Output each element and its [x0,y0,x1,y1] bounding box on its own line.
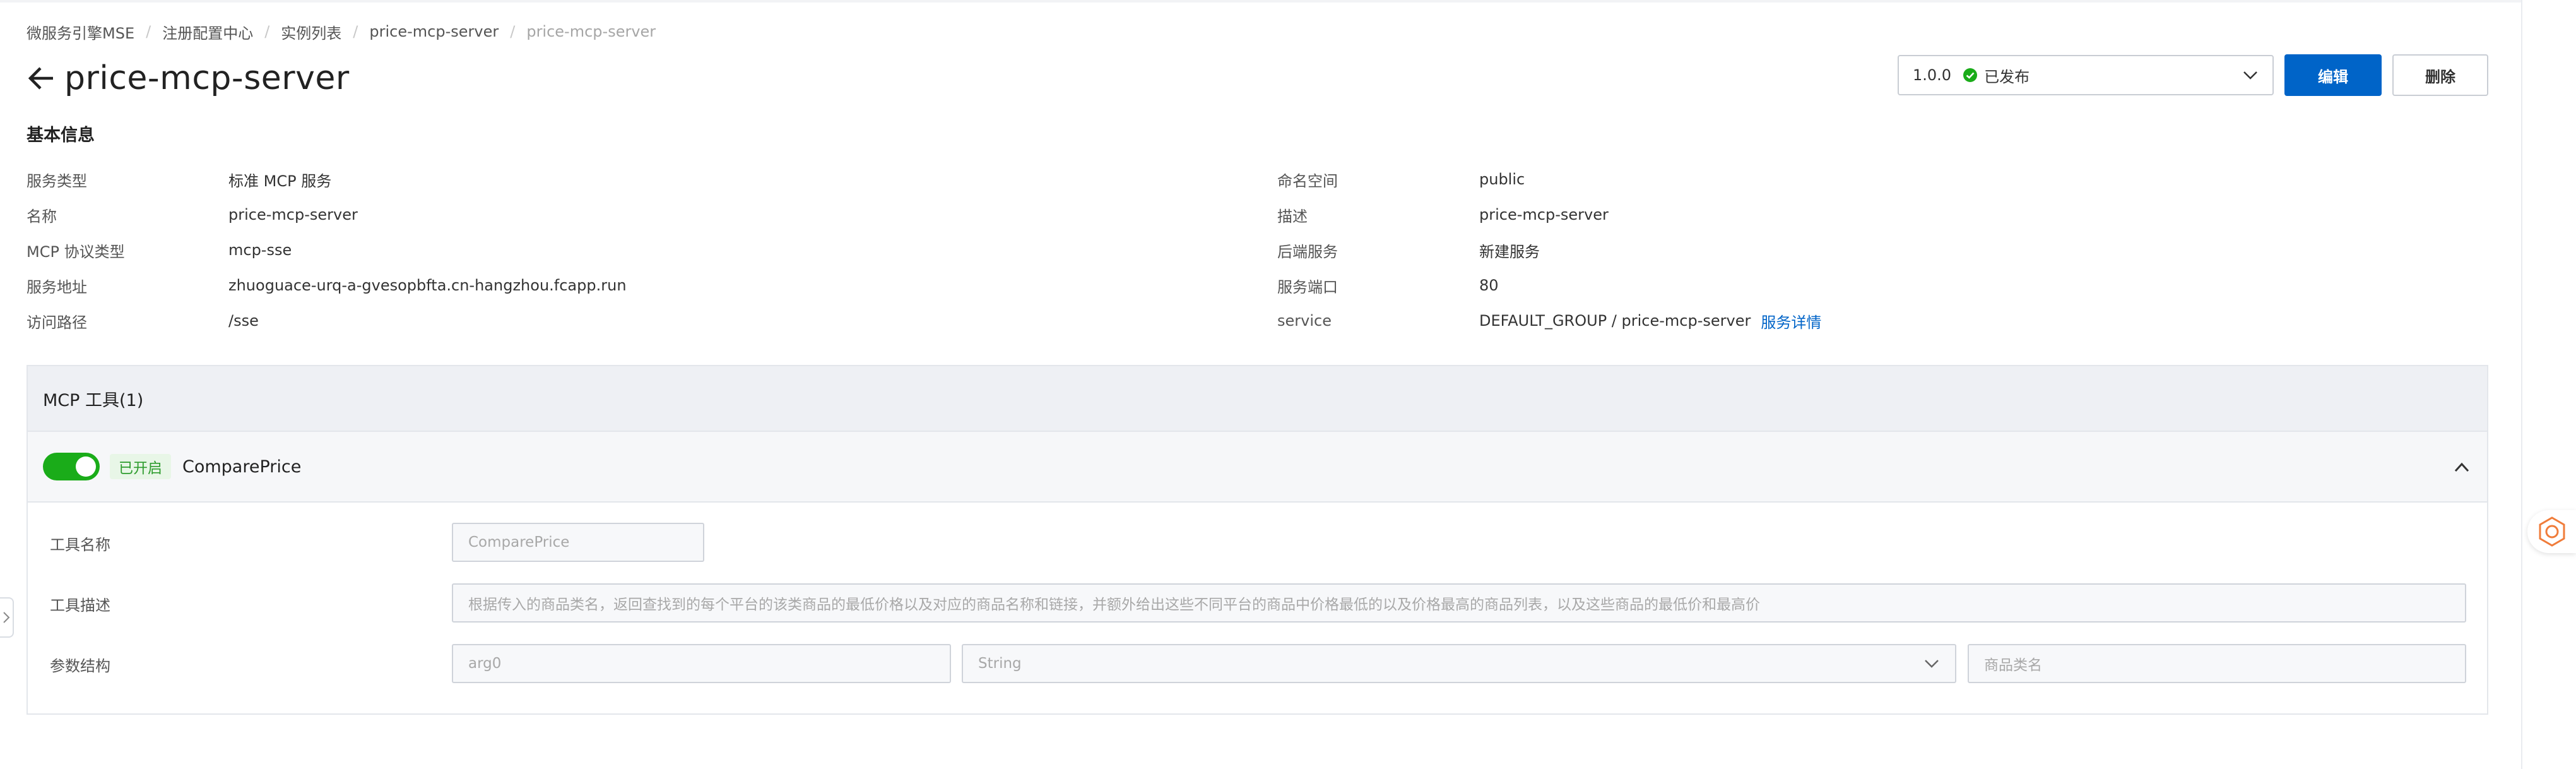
info-address: 服务地址 zhuoguace-urq-a-gvesopbfta.cn-hangz… [27,274,627,297]
tool-row[interactable]: 已开启 ComparePrice [28,431,2487,503]
param-desc-field[interactable]: 商品类名 [1968,644,2466,683]
param-type-select[interactable]: String [962,644,1956,683]
tool-name-field[interactable]: ComparePrice [452,523,704,562]
edit-button[interactable]: 编辑 [2284,54,2382,96]
info-value: price-mcp-server [228,206,358,224]
info-label: 名称 [27,207,57,225]
info-label: 描述 [1277,207,1308,225]
info-label: 命名空间 [1277,172,1338,190]
version-status: 已发布 [1984,68,2030,86]
breadcrumb-item-server[interactable]: price-mcp-server [369,23,499,40]
chevron-down-icon [2243,71,2257,80]
info-value: public [1479,170,1525,188]
tool-name-label: 工具名称 [50,535,110,554]
info-value: mcp-sse [228,241,292,259]
params-label: 参数结构 [50,657,110,675]
info-value: zhuoguace-urq-a-gvesopbfta.cn-hangzhou.f… [228,277,627,294]
basic-info-title: 基本信息 [27,126,95,145]
info-value: /sse [228,312,259,330]
info-value: 80 [1479,277,1499,294]
check-circle-icon [1963,68,1978,82]
breadcrumb-separator: / [146,23,151,40]
tool-name: ComparePrice [182,456,302,477]
toggle-knob [76,456,96,477]
service-detail-link[interactable]: 服务详情 [1761,310,1821,332]
page-header: price-mcp-server [27,56,350,101]
chevron-down-icon [1925,660,1939,668]
info-namespace: 命名空间 public [1277,168,1525,191]
info-service: service DEFAULT_GROUP / price-mcp-server… [1277,309,1821,332]
version-select[interactable]: 1.0.0 已发布 [1898,55,2274,95]
chevron-right-icon [3,612,10,623]
info-value: 标准 MCP 服务 [228,172,332,190]
breadcrumb-separator: / [353,23,358,40]
assistant-float-button[interactable] [2527,510,2576,553]
info-value: price-mcp-server [1479,206,1609,224]
tool-desc-field[interactable]: 根据传入的商品类名，返回查找到的每个平台的该类商品的最低价格以及对应的商品名称和… [452,583,2466,623]
param-type-value: String [978,655,1022,672]
info-name: 名称 price-mcp-server [27,203,358,226]
info-label: 后端服务 [1277,242,1338,261]
sidebar-expand-tab[interactable] [0,597,14,638]
tool-enable-toggle[interactable] [43,453,100,480]
delete-button[interactable]: 删除 [2392,54,2488,96]
chevron-up-icon[interactable] [2449,455,2474,480]
info-protocol: MCP 协议类型 mcp-sse [27,239,292,261]
info-label: 访问路径 [27,313,87,331]
tool-status-badge: 已开启 [110,454,171,479]
breadcrumb-item-registry[interactable]: 注册配置中心 [162,21,253,43]
top-divider [0,0,2521,3]
info-path: 访问路径 /sse [27,309,259,332]
info-value: DEFAULT_GROUP / price-mcp-server [1479,312,1751,330]
info-service-type: 服务类型 标准 MCP 服务 [27,168,331,191]
tool-desc-label: 工具描述 [50,596,110,614]
breadcrumb-item-current: price-mcp-server [526,23,656,40]
page-title: price-mcp-server [64,59,350,97]
right-rail [2521,0,2576,769]
mcp-tools-header: MCP 工具(1) [28,366,2487,431]
info-port: 服务端口 80 [1277,274,1499,297]
info-label: service [1277,312,1332,330]
breadcrumb: 微服务引擎MSE / 注册配置中心 / 实例列表 / price-mcp-ser… [27,19,656,44]
param-name-field[interactable]: arg0 [452,644,951,683]
info-label: 服务地址 [27,278,87,296]
back-arrow-icon[interactable] [27,64,56,93]
info-label: MCP 协议类型 [27,242,125,261]
info-label: 服务类型 [27,172,87,190]
mcp-tools-title: MCP 工具(1) [43,390,144,410]
info-backend: 后端服务 新建服务 [1277,239,1540,261]
assistant-icon [2539,516,2565,547]
breadcrumb-item-mse[interactable]: 微服务引擎MSE [27,21,134,43]
info-value: 新建服务 [1479,242,1540,261]
breadcrumb-separator: / [264,23,270,40]
info-description: 描述 price-mcp-server [1277,203,1609,226]
info-label: 服务端口 [1277,278,1338,296]
mcp-tools-panel: MCP 工具(1) 已开启 ComparePrice 工具名称 CompareP… [27,365,2488,715]
breadcrumb-item-instances[interactable]: 实例列表 [281,21,341,43]
version-value: 1.0.0 [1913,66,1952,84]
breadcrumb-separator: / [510,23,516,40]
